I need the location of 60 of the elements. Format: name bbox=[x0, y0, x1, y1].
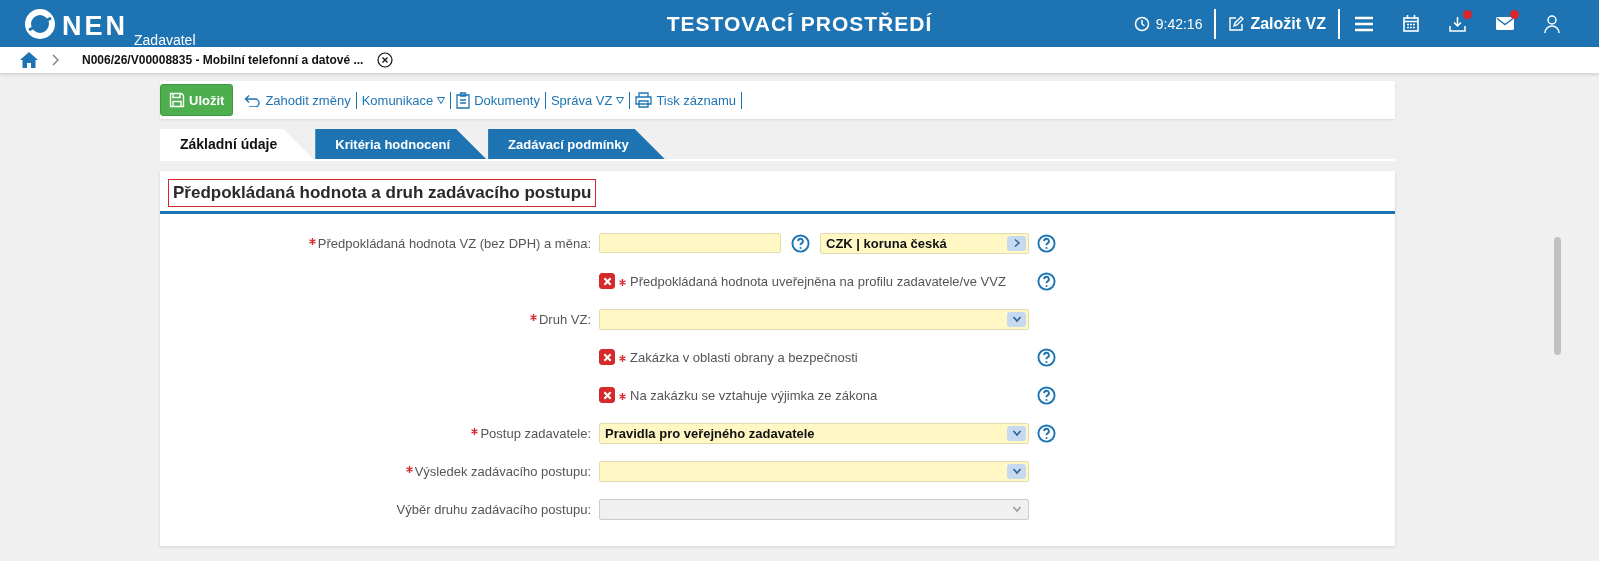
toolbar-button[interactable]: Správa VZ bbox=[545, 91, 631, 109]
field-label: Výběr druhu zadávacího postupu: bbox=[396, 501, 591, 517]
breadcrumb-current[interactable]: N006/26/V00008835 - Mobilní telefonní a datové ... bbox=[82, 53, 364, 67]
toolbar-button[interactable]: Tisk záznamu bbox=[630, 91, 743, 109]
field-label: Předpokládaná hodnota VZ (bez DPH) a měna: bbox=[308, 235, 591, 251]
chevron-down-icon bbox=[1011, 314, 1022, 324]
edit-icon bbox=[1228, 15, 1245, 32]
cross-icon bbox=[602, 276, 612, 286]
printer-icon bbox=[635, 92, 653, 108]
checkbox-label: Na zakázku se vztahuje výjimka ze zákona bbox=[630, 387, 878, 403]
field-label: Druh VZ: bbox=[530, 311, 591, 327]
help-icon[interactable] bbox=[1037, 271, 1056, 291]
toolbar-button[interactable]: Komunikace bbox=[356, 91, 452, 109]
calendar-icon bbox=[1402, 15, 1419, 32]
logo-subtitle: Zadavatel bbox=[134, 31, 196, 48]
toolbar-button[interactable]: Dokumenty bbox=[451, 91, 546, 109]
caret-icon bbox=[437, 96, 446, 104]
cross-icon bbox=[602, 352, 612, 362]
field-label: Výsledek zadávacího postupu: bbox=[405, 463, 591, 479]
checkbox[interactable] bbox=[599, 349, 615, 365]
checkbox[interactable] bbox=[599, 273, 615, 289]
envelope-icon bbox=[1495, 17, 1514, 30]
toolbar-button[interactable]: Zahodit změny bbox=[239, 91, 357, 109]
tab[interactable]: Kritéria hodnocení bbox=[315, 129, 487, 159]
field-label: Postup zadavatele: bbox=[471, 425, 591, 441]
logo-text: NEN bbox=[62, 12, 128, 40]
help-icon[interactable] bbox=[1037, 233, 1056, 253]
help-icon[interactable] bbox=[1037, 347, 1056, 367]
menu-icon bbox=[1354, 15, 1373, 32]
dropdown-select[interactable]: Pravidla pro veřejného zadavatele bbox=[599, 422, 1029, 444]
clock-time: 9:42:16 bbox=[1155, 15, 1203, 32]
clipboard-icon bbox=[456, 91, 471, 109]
clock-icon bbox=[1133, 15, 1150, 32]
chevron-down-icon bbox=[1011, 428, 1022, 438]
cross-icon bbox=[602, 390, 612, 400]
chevron-down-icon bbox=[1011, 466, 1022, 476]
download-tray-icon bbox=[1449, 15, 1466, 32]
tab[interactable]: Základní údaje bbox=[160, 129, 314, 159]
section-title: Předpokládaná hodnota a druh zadávacího postupu bbox=[168, 179, 597, 207]
home-icon[interactable] bbox=[20, 52, 38, 68]
chevron-right-icon bbox=[52, 54, 60, 66]
checkbox-label: Zakázka v oblasti obrany a bezpečnosti bbox=[630, 349, 858, 365]
logo-ring-icon bbox=[24, 7, 56, 40]
currency-select[interactable]: CZK | koruna česká bbox=[820, 232, 1029, 254]
close-icon[interactable] bbox=[377, 52, 394, 68]
user-icon bbox=[1543, 14, 1560, 33]
value-input[interactable] bbox=[599, 233, 781, 253]
save-button[interactable]: Uložit bbox=[160, 84, 234, 116]
tab[interactable]: Zadávací podmínky bbox=[488, 129, 665, 159]
scrollbar-thumb[interactable] bbox=[1554, 237, 1561, 355]
environment-title: TESTOVACÍ PROSTŘEDÍ bbox=[666, 11, 933, 36]
checkbox[interactable] bbox=[599, 387, 615, 403]
help-icon[interactable] bbox=[1037, 423, 1056, 443]
checkbox-label: Předpokládaná hodnota uveřejněna na profilu zadavatele/ve VVZ bbox=[630, 273, 1006, 289]
create-tender-button[interactable]: Založit VZ bbox=[1216, 14, 1338, 33]
help-icon[interactable] bbox=[791, 233, 810, 253]
caret-icon bbox=[616, 96, 625, 104]
undo-arrow-icon bbox=[244, 93, 262, 107]
help-icon[interactable] bbox=[1037, 385, 1056, 405]
chevron-down-icon bbox=[1011, 504, 1022, 514]
